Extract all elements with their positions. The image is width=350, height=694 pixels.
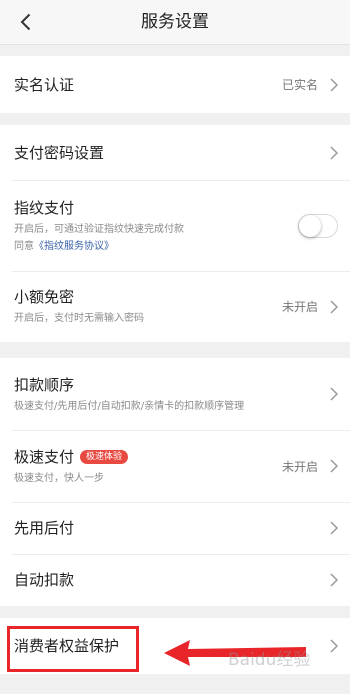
small-free-label: 小额免密: [14, 288, 75, 306]
agreement-prefix: 同意: [14, 240, 34, 252]
fast-pay-row[interactable]: 极速支付 极速体验 极速支付，快人一步 未开启: [0, 430, 350, 502]
deduct-order-row[interactable]: 扣款顺序 极速支付/先用后付/自动扣款/亲情卡的扣款顺序管理: [0, 358, 350, 430]
fast-pay-label: 极速支付: [14, 447, 75, 466]
auto-deduct-row[interactable]: 自动扣款: [0, 554, 350, 606]
chevron-right-icon: [330, 299, 338, 314]
pay-password-label: 支付密码设置: [14, 143, 105, 162]
chevron-right-icon: [330, 521, 338, 535]
fingerprint-row: 指纹支付 开启后，可通过验证指纹快速完成付款 同意《指纹服务协议》: [0, 180, 350, 271]
pay-later-label: 先用后付: [14, 519, 75, 537]
pay-later-row[interactable]: 先用后付: [0, 502, 350, 554]
small-free-status: 未开启: [281, 300, 318, 314]
chevron-right-icon: [330, 387, 338, 401]
chevron-right-icon: [330, 639, 338, 653]
annotation-highlight-box: [7, 626, 139, 672]
chevron-right-icon: [330, 573, 338, 587]
real-name-row[interactable]: 实名认证 已实名: [0, 56, 350, 113]
watermark-text: Baidu经验: [228, 650, 311, 670]
navigation-bar: 服务设置: [0, 0, 350, 45]
real-name-status: 已实名: [281, 78, 318, 92]
fingerprint-label: 指纹支付: [14, 198, 75, 217]
section-payment: 支付密码设置 指纹支付 开启后，可通过验证指纹快速完成付款 同意《指纹服务协议》…: [0, 125, 350, 342]
chevron-right-icon: [330, 145, 338, 160]
fast-pay-desc: 极速支付，快人一步: [14, 472, 104, 484]
fast-pay-status: 未开启: [281, 459, 318, 474]
toggle-knob: [299, 214, 321, 237]
small-free-row[interactable]: 小额免密 开启后，支付时无需输入密码 未开启: [0, 271, 350, 342]
pay-password-row[interactable]: 支付密码设置: [0, 125, 350, 180]
fingerprint-agreement-link[interactable]: 《指纹服务协议》: [34, 241, 114, 252]
deduct-order-label: 扣款顺序: [14, 375, 75, 394]
section-deduction: 扣款顺序 极速支付/先用后付/自动扣款/亲情卡的扣款顺序管理 极速支付 极速体验…: [0, 358, 350, 606]
fingerprint-agreement: 同意《指纹服务协议》: [14, 239, 298, 254]
fast-pay-title: 极速支付 极速体验: [14, 447, 282, 467]
chevron-right-icon: [330, 77, 338, 92]
chevron-right-icon: [330, 459, 338, 473]
fingerprint-desc: 开启后，可通过验证指纹快速完成付款: [14, 223, 184, 235]
small-free-desc: 开启后，支付时无需输入密码: [14, 313, 144, 324]
auto-deduct-label: 自动扣款: [14, 571, 75, 589]
real-name-label: 实名认证: [14, 75, 75, 94]
section-identity: 实名认证 已实名: [0, 56, 350, 113]
page-title: 服务设置: [141, 12, 209, 32]
deduct-order-desc: 极速支付/先用后付/自动扣款/亲情卡的扣款顺序管理: [14, 400, 245, 412]
fingerprint-toggle[interactable]: [298, 213, 338, 238]
fast-pay-badge: 极速体验: [80, 449, 129, 464]
